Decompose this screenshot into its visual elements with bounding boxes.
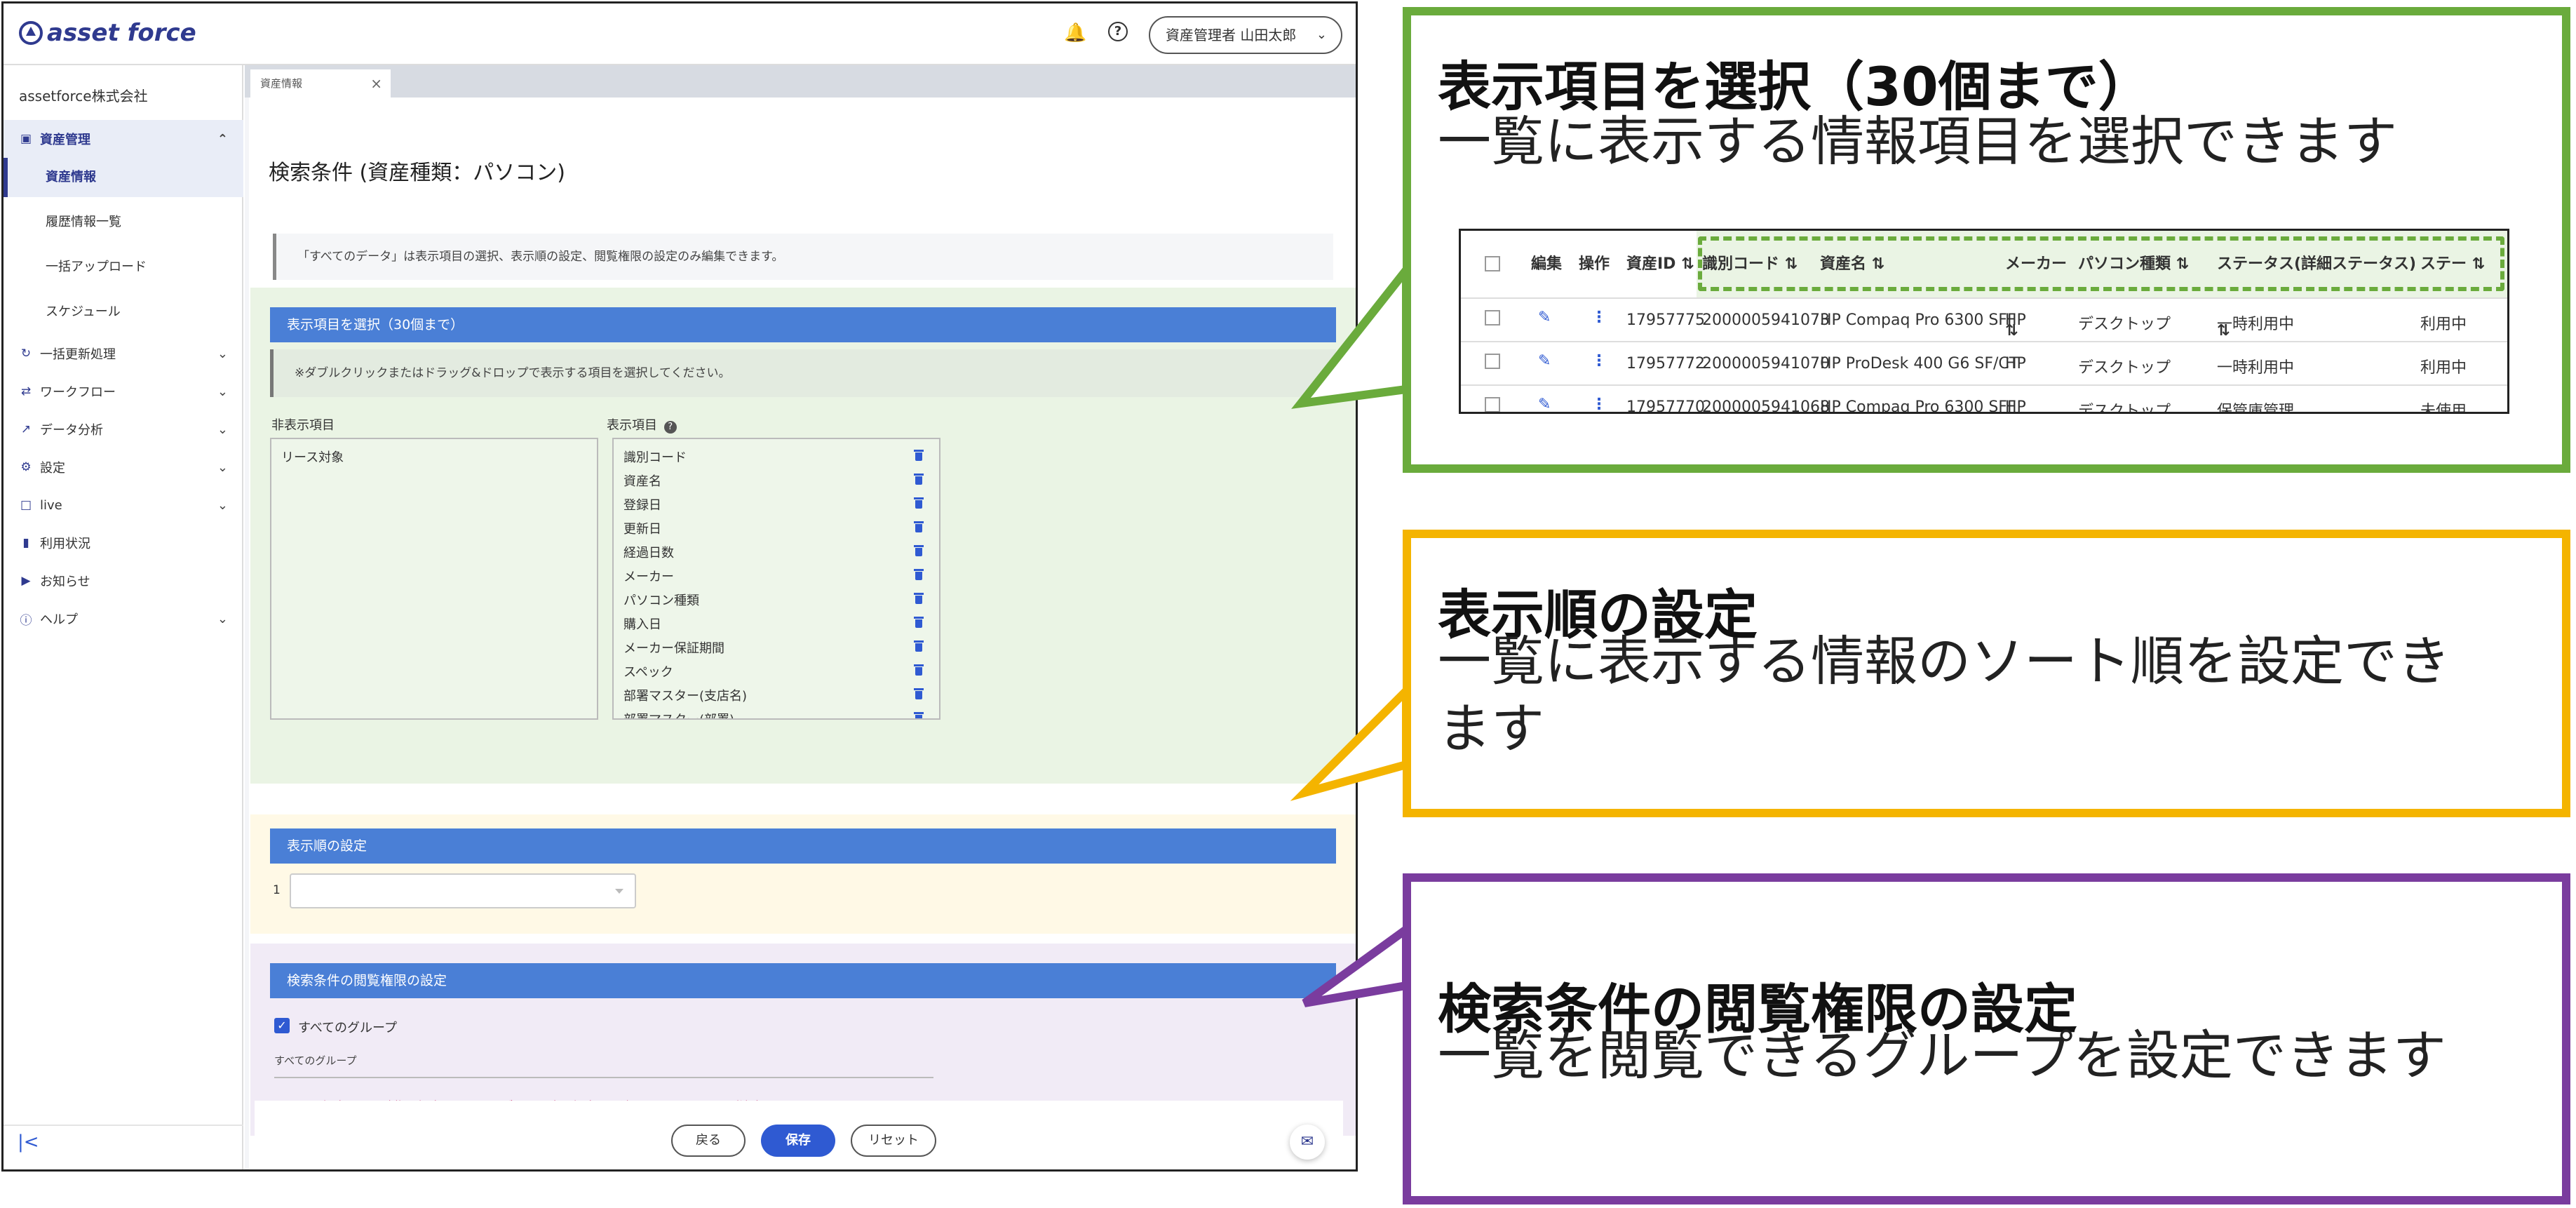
callout-desc-line2: ます [1438,697,1544,760]
callout-desc: 一覧に表示する情報項目を選択できます [1438,110,2397,173]
row-divider [1461,384,2507,386]
table-cell: 2000005941068 [1702,398,1830,414]
table-cell: HP ProDesk 400 G6 SF/CT [1820,355,2019,373]
highlight-dashed-box [1698,236,2504,291]
table-cell: 一時利用中 [2217,359,2295,377]
table-cell: 利用中 [2420,359,2467,377]
edit-icon[interactable]: ✎ [1538,352,1551,370]
table-cell: 17957775 [1626,311,1705,329]
table-cell: 2000005941070 [1702,355,1830,373]
table-cell: 一時利用中 [2217,316,2295,333]
row-divider [1461,297,2507,299]
table-cell: 17957770 [1626,398,1705,414]
more-icon[interactable]: ⋮ [1591,309,1607,326]
callout-desc: 一覧を閲覧できるグループを設定できます [1438,1024,2446,1087]
table-cell: HP Compaq Pro 6300 SFF [1820,398,2016,414]
callout-sort-order: 表示順の設定 一覧に表示する情報のソート順を設定でき ます [1403,530,2570,817]
table-cell: 17957772 [1626,355,1705,373]
table-cell: デスクトップ [2078,359,2171,377]
preview-table: 編集 操作 資産ID ⇅ 識別コード ⇅ 資産名 ⇅ メーカー ⇅ パソコン種類 ⇅ ステータ… [1459,229,2509,414]
column-header[interactable]: 資産ID ⇅ [1621,231,1705,297]
table-cell: 2000005941073 [1702,311,1830,329]
row-checkbox[interactable] [1485,310,1500,326]
table-cell: HP [2005,311,2026,329]
more-icon[interactable]: ⋮ [1591,352,1607,370]
table-cell: 保管庫管理 [2217,403,2295,414]
edit-icon[interactable]: ✎ [1538,396,1551,412]
table-cell: HP [2005,355,2026,373]
row-checkbox[interactable] [1485,354,1500,369]
callout-desc-line1: 一覧に表示する情報のソート順を設定でき [1438,630,2450,692]
callout-permission: 検索条件の閲覧権限の設定 一覧を閲覧できるグループを設定できます [1403,873,2570,1204]
table-cell: デスクトップ [2078,403,2171,414]
more-icon[interactable]: ⋮ [1591,396,1607,412]
table-cell: 利用中 [2420,316,2467,333]
table-cell: デスクトップ [2078,316,2171,333]
select-all-checkbox[interactable] [1485,256,1500,271]
table-cell: 未使用 [2420,403,2467,414]
table-cell: HP [2005,398,2026,414]
callout-pointer-yellow [1290,680,1410,801]
row-divider [1461,341,2507,342]
edit-icon[interactable]: ✎ [1538,309,1551,326]
callout-pointer-purple [1302,921,1410,1007]
row-checkbox[interactable] [1485,397,1500,412]
table-cell: HP Compaq Pro 6300 SFF [1820,311,2016,329]
callout-pointer-green [1291,257,1410,409]
header-checkbox-cell [1461,231,1528,297]
